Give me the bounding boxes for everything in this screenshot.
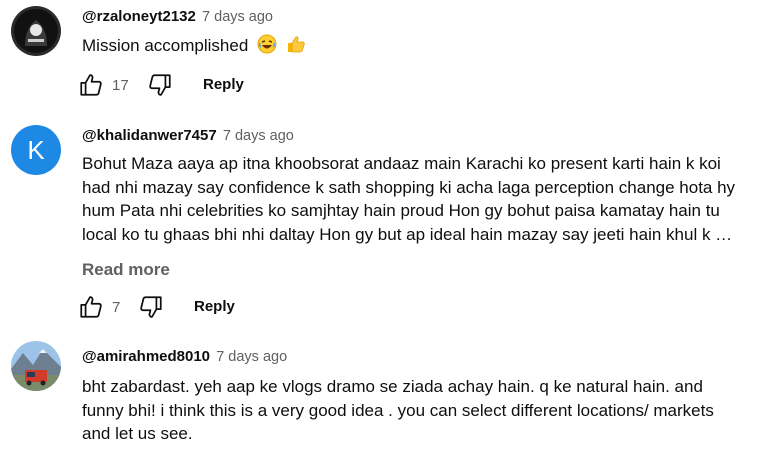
- like-icon[interactable]: [78, 294, 104, 320]
- comment-timestamp[interactable]: 7 days ago: [216, 349, 287, 365]
- reply-button[interactable]: Reply: [194, 298, 235, 315]
- laughing-emoji-icon: [257, 34, 277, 61]
- thumbs-up-emoji-icon: [286, 34, 306, 61]
- avatar[interactable]: [11, 341, 61, 391]
- comment-actions: 17: [78, 71, 173, 99]
- comment-header: @amirahmed8010 7 days ago: [82, 348, 287, 365]
- comment-text: bht zabardast. yeh aap ke vlogs dramo se…: [82, 375, 752, 446]
- comment-text: Mission accomplished: [82, 36, 249, 55]
- comment-header: @rzaloneyt2132 7 days ago: [82, 8, 273, 25]
- comment-text-line: bht zabardast. yeh aap ke vlogs dramo se…: [82, 377, 703, 396]
- comment-text-line: funny bhi! i think this is a very good i…: [82, 400, 714, 420]
- avatar-letter: K: [27, 134, 45, 165]
- comment-text-line: and let us see.: [82, 424, 193, 443]
- comment-timestamp[interactable]: 7 days ago: [202, 9, 273, 25]
- dislike-icon[interactable]: [147, 72, 173, 98]
- comment-thread: @rzaloneyt2132 7 days ago Mission accomp…: [0, 0, 767, 110]
- comment-author[interactable]: @amirahmed8010: [82, 348, 210, 365]
- avatar[interactable]: [11, 6, 61, 56]
- comment-author[interactable]: @rzaloneyt2132: [82, 8, 196, 25]
- like-count: 17: [112, 76, 129, 94]
- comment-thread: K @khalidanwer7457 7 days ago Bohut Maza…: [0, 110, 767, 330]
- comment-header: @khalidanwer7457 7 days ago: [82, 127, 294, 144]
- comment-text-line: had nhi mazay say confidence k sath shop…: [82, 177, 736, 197]
- dislike-icon[interactable]: [138, 294, 164, 320]
- comment-text-line: hum Pata nhi celebrities ko samjhtay hai…: [82, 201, 720, 220]
- read-more-button[interactable]: Read more: [82, 260, 170, 280]
- avatar[interactable]: K: [11, 125, 61, 175]
- like-count: 7: [112, 298, 121, 316]
- comment-actions: 7: [78, 293, 164, 321]
- comment-thread: @amirahmed8010 7 days ago bht zabardast.…: [0, 330, 767, 456]
- comment-text-line: local ko tu ghaas bhi nhi daltay Hon gy …: [82, 224, 733, 244]
- comment-text: Bohut Maza aaya ap itna khoobsorat andaa…: [82, 152, 752, 246]
- reply-button[interactable]: Reply: [203, 76, 244, 93]
- comment-author[interactable]: @khalidanwer7457: [82, 127, 217, 144]
- comment-timestamp[interactable]: 7 days ago: [223, 128, 294, 144]
- comment-text-line: Bohut Maza aaya ap itna khoobsorat andaa…: [82, 154, 721, 173]
- comment-text-block: Mission accomplished: [82, 34, 752, 61]
- like-icon[interactable]: [78, 72, 104, 98]
